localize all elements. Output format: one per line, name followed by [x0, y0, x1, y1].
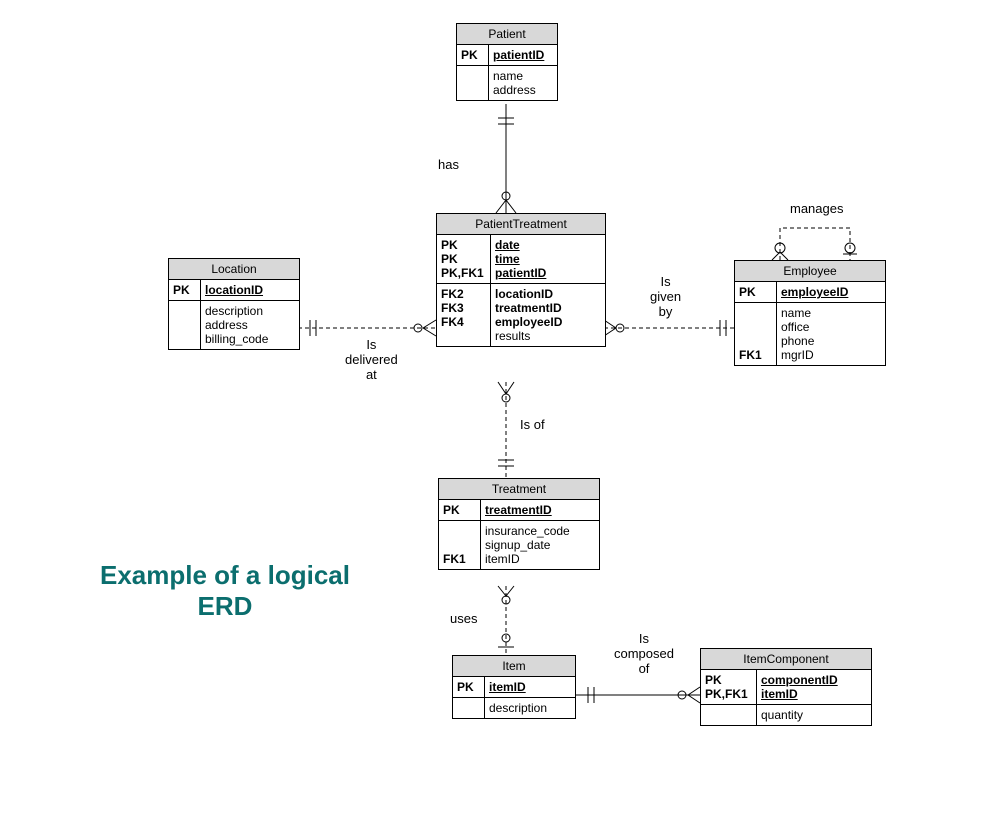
entity-title: Patient: [457, 24, 557, 45]
erd-canvas: Patient PK patientID name address Locati…: [0, 0, 1008, 816]
entity-title: Item: [453, 656, 575, 677]
entity-patient: Patient PK patientID name address: [456, 23, 558, 101]
entity-title: Treatment: [439, 479, 599, 500]
entity-title: Location: [169, 259, 299, 280]
entity-employee: Employee PK employeeID FK1 name office p…: [734, 260, 886, 366]
rel-delivered: Is delivered at: [345, 338, 398, 383]
diagram-caption: Example of a logical ERD: [95, 560, 355, 622]
rel-composed: Is composed of: [614, 632, 674, 677]
entity-treatment: Treatment PK treatmentID FK1 insurance_c…: [438, 478, 600, 570]
entity-item: Item PK itemID description: [452, 655, 576, 719]
rel-uses: uses: [450, 612, 477, 627]
rel-isof: Is of: [520, 418, 545, 433]
entity-title: Employee: [735, 261, 885, 282]
entity-patient-treatment: PatientTreatment PK PK PK,FK1 date time …: [436, 213, 606, 347]
entity-item-component: ItemComponent PK PK,FK1 componentID item…: [700, 648, 872, 726]
rel-has: has: [438, 158, 459, 173]
rel-given: Is given by: [650, 275, 681, 320]
entity-title: ItemComponent: [701, 649, 871, 670]
rel-manages: manages: [790, 202, 843, 217]
entity-location: Location PK locationID description addre…: [168, 258, 300, 350]
entity-title: PatientTreatment: [437, 214, 605, 235]
